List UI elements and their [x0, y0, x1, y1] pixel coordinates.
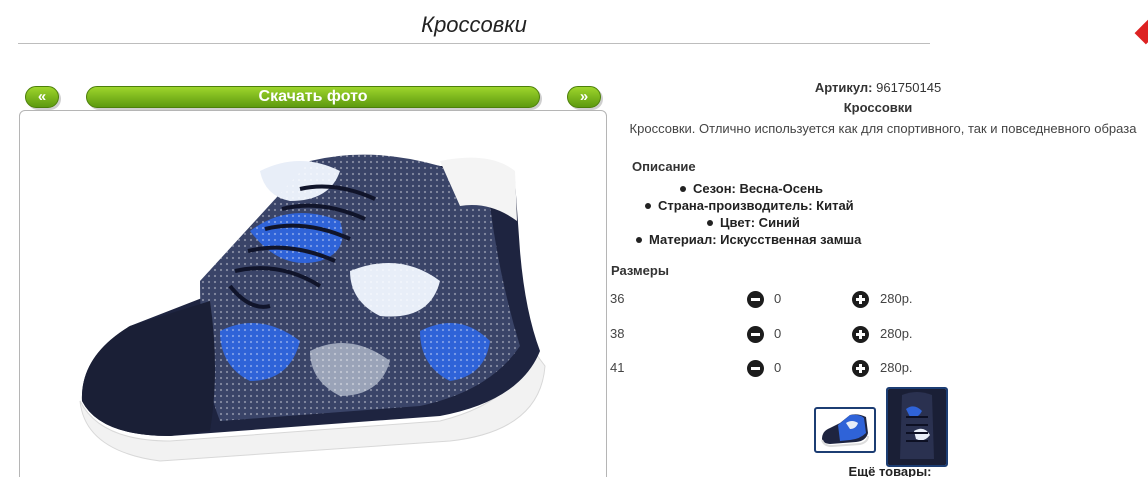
description-heading: Описание — [632, 159, 696, 174]
plus-circle-icon[interactable] — [852, 291, 869, 308]
minus-circle-icon[interactable] — [747, 291, 764, 308]
title-divider — [18, 43, 930, 44]
sizes-heading: Размеры — [611, 263, 669, 278]
thumbnail-side-view[interactable] — [814, 407, 876, 453]
product-name: Кроссовки — [843, 100, 913, 115]
price-value: 280р. — [880, 326, 913, 341]
quantity-value: 0 — [774, 360, 782, 375]
product-description: Кроссовки. Отлично используется как для … — [629, 121, 1137, 136]
attribute-text: Цвет: Синий — [720, 215, 800, 230]
attribute-text: Материал: Искусственная замша — [649, 232, 862, 247]
thumbnail-top-view[interactable] — [886, 387, 948, 467]
size-value: 41 — [610, 360, 625, 375]
bullet-icon — [645, 202, 651, 209]
bullet-icon — [636, 236, 642, 243]
size-value: 36 — [610, 291, 625, 306]
quantity-value: 0 — [774, 326, 782, 341]
bullet-icon — [707, 219, 713, 226]
corner-marker — [1134, 17, 1148, 45]
size-row: 36 0 280р. — [610, 291, 1146, 311]
sku-value: 961750145 — [876, 80, 942, 95]
quantity-value: 0 — [774, 291, 782, 306]
size-row: 41 0 280р. — [610, 360, 1146, 380]
sku-label: Артикул: — [814, 80, 873, 95]
sneaker-thumbnail-image — [821, 414, 869, 448]
minus-circle-icon[interactable] — [747, 360, 764, 377]
prev-photo-button[interactable]: « — [25, 86, 59, 108]
attribute-text: Страна-производитель: Китай — [658, 198, 854, 213]
list-item: Цвет: Синий — [610, 214, 1146, 231]
list-item: Материал: Искусственная замша — [610, 231, 1146, 248]
more-products-heading: Ещё товары: — [848, 464, 932, 477]
price-value: 280р. — [880, 291, 913, 306]
size-row: 38 0 280р. — [610, 326, 1146, 346]
product-photo[interactable] — [19, 110, 607, 477]
download-photo-button[interactable]: Скачать фото — [86, 86, 540, 108]
next-photo-button[interactable]: » — [567, 86, 601, 108]
attribute-list: Сезон: Весна-Осень Страна-производитель:… — [610, 180, 1146, 248]
sneaker-thumbnail-image — [888, 389, 946, 465]
list-item: Сезон: Весна-Осень — [610, 180, 1146, 197]
size-value: 38 — [610, 326, 625, 341]
sneaker-image — [79, 154, 546, 462]
price-value: 280р. — [880, 360, 913, 375]
sku-line: Артикул: 961750145 — [610, 80, 1146, 95]
page-title: Кроссовки — [421, 12, 527, 37]
attribute-text: Сезон: Весна-Осень — [693, 181, 823, 196]
plus-circle-icon[interactable] — [852, 326, 869, 343]
plus-circle-icon[interactable] — [852, 360, 869, 377]
minus-circle-icon[interactable] — [747, 326, 764, 343]
bullet-icon — [680, 185, 686, 192]
list-item: Страна-производитель: Китай — [610, 197, 1146, 214]
